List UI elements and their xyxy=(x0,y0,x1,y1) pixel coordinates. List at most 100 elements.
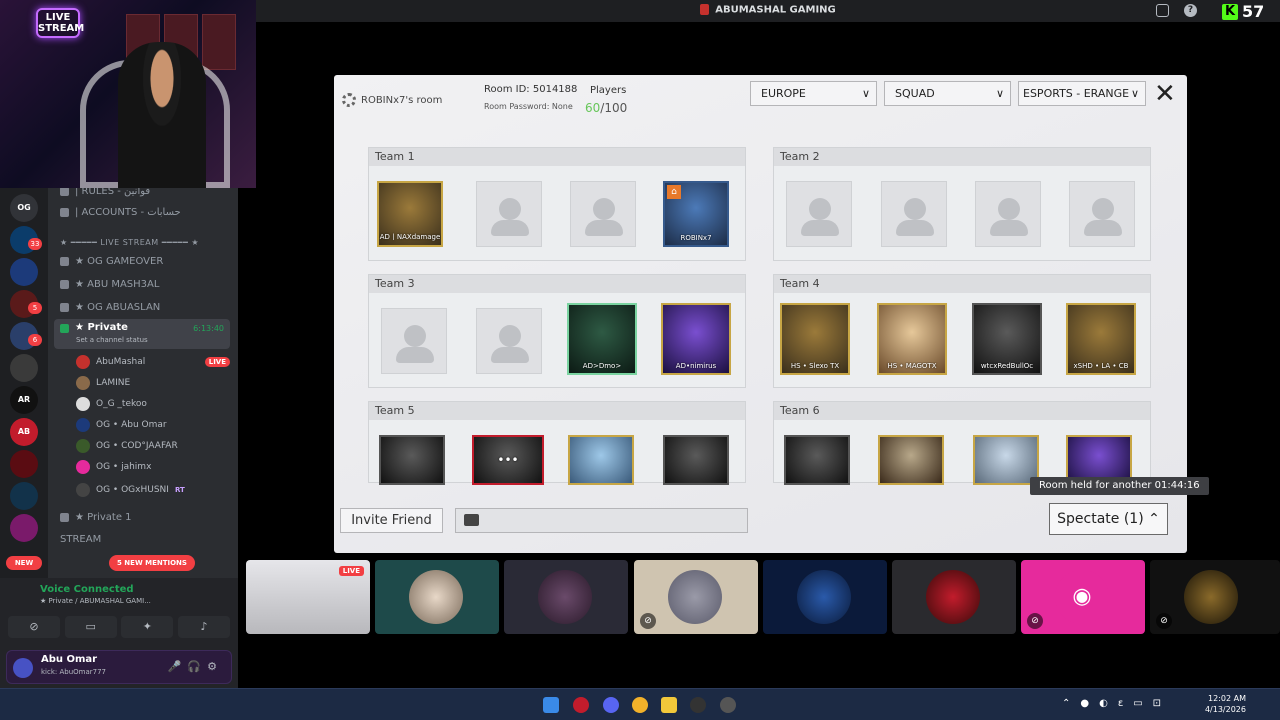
lock-icon xyxy=(60,256,69,266)
chat-input[interactable] xyxy=(455,508,748,533)
avatar xyxy=(76,376,90,390)
discord-taskbar-icon[interactable] xyxy=(603,697,619,713)
channel-status[interactable]: Set a channel status xyxy=(76,336,148,344)
empty-slot[interactable] xyxy=(570,181,636,247)
app-icon[interactable] xyxy=(573,697,589,713)
voice-user[interactable]: OG • OGxHUSNI RT xyxy=(76,481,230,499)
player-slot[interactable]: HS • MAGOTX xyxy=(877,303,947,375)
channel-rules[interactable]: | RULES - قوانين xyxy=(60,188,230,200)
server-ariesa[interactable]: AR xyxy=(10,386,38,414)
role-tag: RT xyxy=(174,486,185,494)
live-stream-neon-sign: LIVE STREAM xyxy=(36,8,84,38)
room-id: Room ID: 5014188 xyxy=(484,84,578,95)
stream-tile[interactable]: LIVE xyxy=(246,560,370,634)
channel-private-1[interactable]: ★ Private 1 xyxy=(60,508,230,526)
avatar xyxy=(76,483,90,497)
map-dropdown[interactable]: ESPORTS - ERANGEL ∨ xyxy=(1018,81,1146,106)
app-icon[interactable] xyxy=(720,697,736,713)
participant-tile[interactable] xyxy=(375,560,499,634)
soundboard-button[interactable]: ♪ xyxy=(177,616,230,638)
close-button[interactable]: ✕ xyxy=(1154,81,1176,107)
voice-user[interactable]: LAMINE xyxy=(76,374,230,392)
link-icon xyxy=(60,207,69,217)
voice-user[interactable]: O_G _tekoo xyxy=(76,395,230,413)
new-badge: NEW xyxy=(6,556,42,570)
server-6[interactable] xyxy=(10,354,38,382)
participant-tile[interactable] xyxy=(892,560,1016,634)
camera-off-button[interactable]: ⊘ xyxy=(8,616,60,638)
team-card: Team 1 AD丨NAXdamage ⌂ ROBINx7 xyxy=(368,147,746,261)
speaker-icon xyxy=(60,279,69,289)
server-10[interactable] xyxy=(10,482,38,510)
start-button[interactable] xyxy=(543,697,559,713)
channel-og-abuaslan[interactable]: ★ OG ABUASLAN xyxy=(60,298,230,316)
category-live-stream[interactable]: ★ ━━━━━ LIVE STREAM ━━━━━ ★ xyxy=(60,233,230,251)
mode-dropdown[interactable]: SQUAD ∨ xyxy=(884,81,1011,106)
empty-slot[interactable] xyxy=(786,181,852,247)
channel-abu-mash3al[interactable]: ★ ABU MASH3AL xyxy=(60,275,230,293)
lock-icon xyxy=(60,512,69,522)
participant-tile[interactable]: ⊘ xyxy=(1150,560,1280,634)
channel-stream[interactable]: STREAM xyxy=(60,530,230,548)
clock[interactable]: 12:02 AM 4/13/2026 xyxy=(1205,693,1246,715)
voice-connected-label: Voice Connected xyxy=(40,584,134,595)
server-logo-icon xyxy=(700,4,710,15)
team-name: Team 2 xyxy=(774,148,1150,166)
user-controls[interactable]: 🎤🎧⚙ xyxy=(168,660,223,673)
chat-icon xyxy=(464,514,479,526)
help-icon[interactable]: ? xyxy=(1184,4,1197,17)
chrome-icon[interactable] xyxy=(632,697,648,713)
invite-friend-button[interactable]: Invite Friend xyxy=(340,508,443,533)
channel-private-active[interactable]: ★ Private 6:13:40 Set a channel status xyxy=(54,319,230,349)
empty-slot[interactable] xyxy=(476,308,542,374)
spectate-button[interactable]: Spectate (1) ⌃ xyxy=(1049,503,1168,535)
empty-slot[interactable] xyxy=(881,181,947,247)
kick-viewer-counter: K 57 xyxy=(1222,2,1264,21)
voice-user[interactable]: OG • jahimx xyxy=(76,458,230,476)
player-slot[interactable]: ••• xyxy=(472,435,544,485)
voice-user[interactable]: AbuMashal LIVE xyxy=(76,353,230,371)
settings-icon[interactable] xyxy=(342,93,356,107)
channel-og-gameover[interactable]: ★ OG GAMEOVER xyxy=(60,252,230,270)
server-9[interactable] xyxy=(10,450,38,478)
player-slot[interactable]: AD丨NAXdamage xyxy=(377,181,443,247)
player-slot-host[interactable]: ⌂ ROBINx7 xyxy=(663,181,729,247)
voice-location[interactable]: ★ Private / ABUMASHAL GAMI... xyxy=(40,597,151,605)
player-silhouette-icon xyxy=(593,198,615,220)
screen-share-button[interactable]: ▭ xyxy=(64,616,117,638)
server-3[interactable] xyxy=(10,258,38,286)
empty-slot[interactable] xyxy=(476,181,542,247)
new-mentions-badge[interactable]: 5 NEW MENTIONS xyxy=(109,555,195,571)
server-11[interactable] xyxy=(10,514,38,542)
empty-slot[interactable] xyxy=(381,308,447,374)
file-explorer-icon[interactable] xyxy=(661,697,677,713)
empty-slot[interactable] xyxy=(975,181,1041,247)
empty-slot[interactable] xyxy=(1069,181,1135,247)
voice-user[interactable]: OG • Abu Omar xyxy=(76,416,230,434)
voice-user[interactable]: OG • COD°JAAFAR xyxy=(76,437,230,455)
user-avatar[interactable] xyxy=(13,658,33,678)
system-tray[interactable]: ⌃●◐ε▭⊡ xyxy=(1062,698,1171,709)
player-slot[interactable] xyxy=(568,435,634,485)
participant-tile[interactable]: ⊘ xyxy=(634,560,758,634)
activities-button[interactable]: ✦ xyxy=(121,616,174,638)
player-slot[interactable]: xSHD • LA • CB xyxy=(1066,303,1136,375)
app-icon[interactable] xyxy=(690,697,706,713)
participant-tile[interactable] xyxy=(763,560,887,634)
player-slot[interactable] xyxy=(878,435,944,485)
player-slot[interactable] xyxy=(379,435,445,485)
inbox-icon[interactable] xyxy=(1156,4,1169,17)
server-og[interactable]: OG xyxy=(10,194,38,222)
player-slot[interactable]: AD>Dmo> xyxy=(567,303,637,375)
room-header: ROBINx7's room Room ID: 5014188 Room Pas… xyxy=(334,75,1187,127)
channel-accounts[interactable]: | ACCOUNTS - حسابات xyxy=(60,203,230,221)
region-dropdown[interactable]: EUROPE ∨ xyxy=(750,81,877,106)
player-slot[interactable] xyxy=(784,435,850,485)
player-slot[interactable]: AD•nimirus xyxy=(661,303,731,375)
player-slot[interactable] xyxy=(663,435,729,485)
participant-tile[interactable] xyxy=(504,560,628,634)
participant-tile[interactable]: ◉ ⊘ xyxy=(1021,560,1145,634)
server-ab[interactable]: AB xyxy=(10,418,38,446)
player-slot[interactable]: HS • Slexo TX xyxy=(780,303,850,375)
player-slot[interactable]: wtcxRedBullOc xyxy=(972,303,1042,375)
